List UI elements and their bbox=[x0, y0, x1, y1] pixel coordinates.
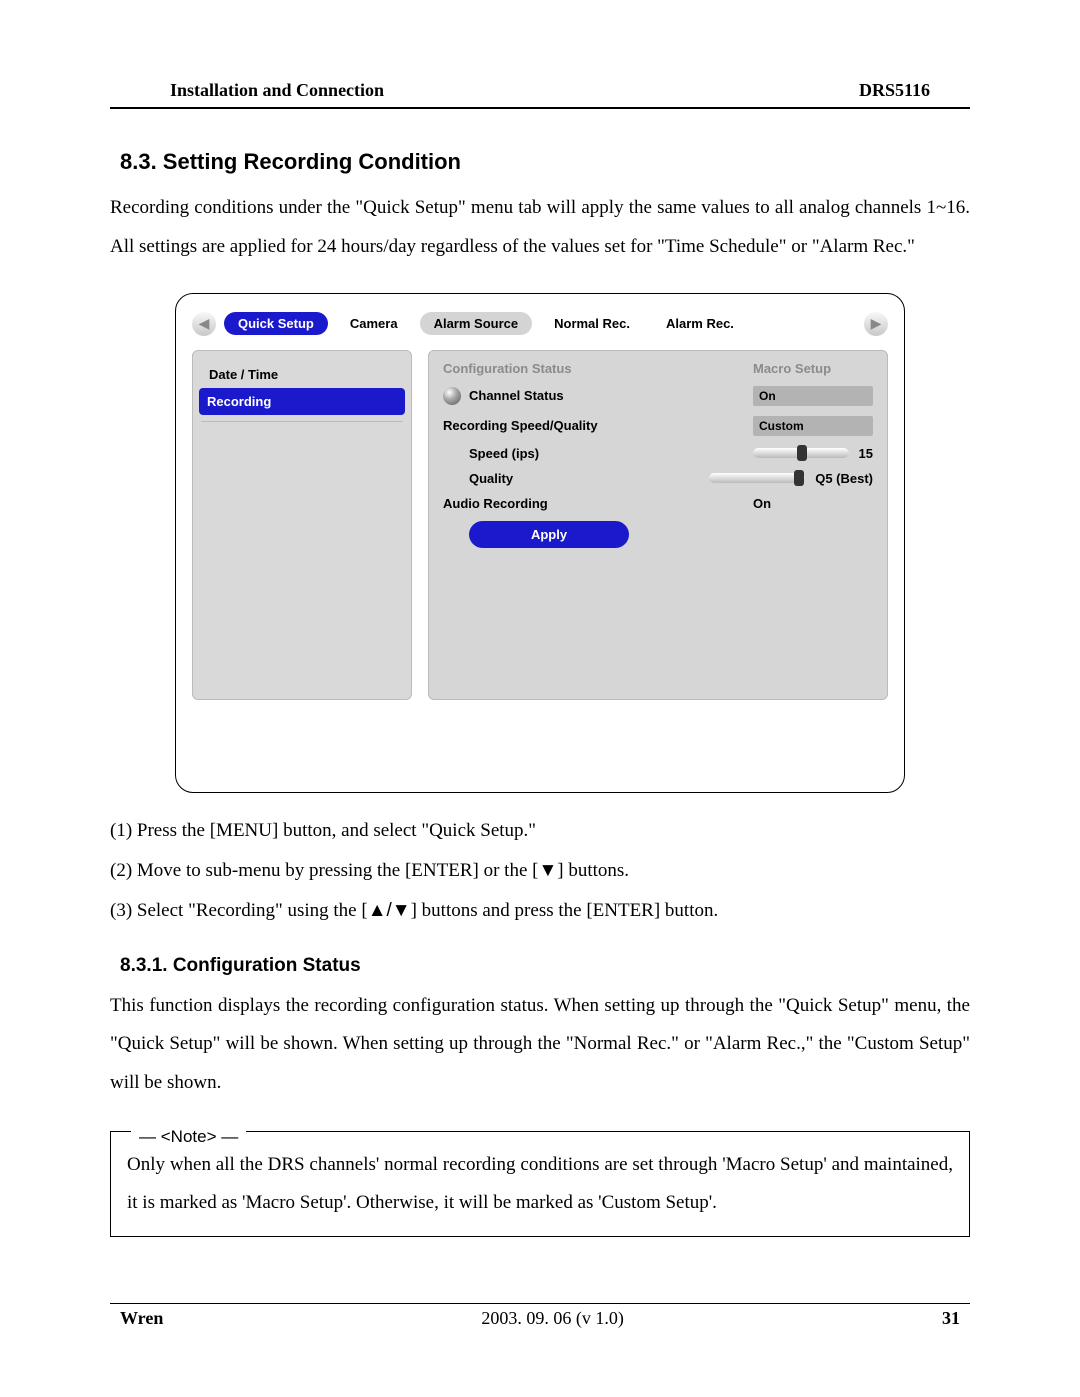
value-speed: 15 bbox=[859, 446, 873, 461]
sidebar: Date / Time Recording bbox=[192, 350, 412, 700]
step-2: (2) Move to sub-menu by pressing the [EN… bbox=[110, 851, 970, 891]
subsection-title: 8.3.1. Configuration Status bbox=[120, 955, 970, 977]
value-rs-quality[interactable]: Custom bbox=[753, 416, 873, 436]
label-quality: Quality bbox=[443, 471, 709, 486]
updown-triangle-icon: ▲/▼ bbox=[368, 900, 411, 921]
slider-quality-thumb[interactable] bbox=[794, 470, 804, 486]
steps: (1) Press the [MENU] button, and select … bbox=[110, 811, 970, 931]
subsection-body: This function displays the recording con… bbox=[110, 987, 970, 1104]
sidebar-item-recording[interactable]: Recording bbox=[199, 388, 405, 415]
label-config-status: Configuration Status bbox=[443, 361, 753, 376]
step-3: (3) Select "Recording" using the [▲/▼] b… bbox=[110, 891, 970, 931]
value-macro-setup: Macro Setup bbox=[753, 361, 873, 376]
value-quality: Q5 (Best) bbox=[815, 471, 873, 486]
slider-speed[interactable] bbox=[753, 448, 849, 458]
header-left: Installation and Connection bbox=[170, 80, 384, 101]
tab-quick-setup[interactable]: Quick Setup bbox=[224, 312, 328, 335]
tab-alarm-source[interactable]: Alarm Source bbox=[420, 312, 533, 335]
footer-mid: 2003. 09. 06 (v 1.0) bbox=[481, 1308, 624, 1329]
slider-quality[interactable] bbox=[709, 473, 805, 483]
note-body: Only when all the DRS channels' normal r… bbox=[127, 1154, 953, 1213]
footer-right: 31 bbox=[942, 1308, 960, 1329]
footer: Wren 2003. 09. 06 (v 1.0) 31 bbox=[110, 1303, 970, 1329]
label-rs-quality: Recording Speed/Quality bbox=[443, 418, 753, 433]
channel-status-icon bbox=[443, 387, 461, 405]
step-1: (1) Press the [MENU] button, and select … bbox=[110, 811, 970, 851]
label-audio: Audio Recording bbox=[443, 496, 753, 511]
slider-speed-thumb[interactable] bbox=[797, 445, 807, 461]
sidebar-separator bbox=[201, 421, 403, 422]
note-legend: <Note> bbox=[131, 1120, 246, 1154]
apply-button[interactable]: Apply bbox=[469, 521, 629, 548]
value-audio: On bbox=[753, 496, 873, 511]
header-right: DRS5116 bbox=[859, 80, 930, 101]
section-title: 8.3. Setting Recording Condition bbox=[120, 149, 970, 175]
main-panel: Configuration Status Macro Setup Channel… bbox=[428, 350, 888, 700]
tab-alarm-rec[interactable]: Alarm Rec. bbox=[652, 312, 748, 335]
tab-camera[interactable]: Camera bbox=[336, 312, 412, 335]
down-triangle-icon: ▼ bbox=[538, 860, 557, 881]
footer-rule bbox=[110, 1303, 970, 1304]
label-channel-status: Channel Status bbox=[469, 388, 753, 403]
header-rule bbox=[110, 107, 970, 109]
tab-bar: ◀ Quick Setup Camera Alarm Source Normal… bbox=[192, 312, 888, 336]
sidebar-item-datetime[interactable]: Date / Time bbox=[201, 361, 403, 388]
tabs-prev-icon[interactable]: ◀ bbox=[192, 312, 216, 336]
footer-left: Wren bbox=[120, 1308, 163, 1329]
label-speed: Speed (ips) bbox=[443, 446, 753, 461]
value-channel-status[interactable]: On bbox=[753, 386, 873, 406]
tab-normal-rec[interactable]: Normal Rec. bbox=[540, 312, 644, 335]
section-intro: Recording conditions under the "Quick Se… bbox=[110, 189, 970, 267]
note-box: <Note> Only when all the DRS channels' n… bbox=[110, 1131, 970, 1237]
device-screenshot: ◀ Quick Setup Camera Alarm Source Normal… bbox=[175, 293, 905, 793]
tabs-next-icon[interactable]: ▶ bbox=[864, 312, 888, 336]
